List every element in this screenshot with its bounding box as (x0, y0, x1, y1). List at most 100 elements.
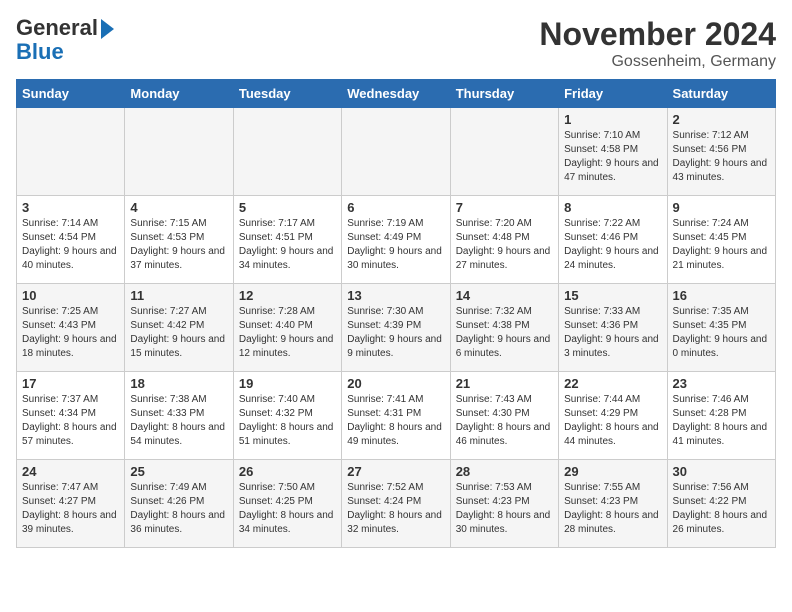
day-number: 22 (564, 376, 661, 391)
day-number: 25 (130, 464, 227, 479)
day-number: 20 (347, 376, 444, 391)
calendar-week-row: 10 Sunrise: 7:25 AM Sunset: 4:43 PM Dayli… (17, 284, 776, 372)
day-info: Sunrise: 7:40 AM Sunset: 4:32 PM Dayligh… (239, 393, 336, 449)
calendar-cell: 8 Sunrise: 7:22 AM Sunset: 4:46 PM Daylig… (559, 196, 667, 284)
day-number: 18 (130, 376, 227, 391)
calendar-cell (125, 108, 233, 196)
day-info: Sunrise: 7:56 AM Sunset: 4:22 PM Dayligh… (673, 481, 770, 537)
day-info: Sunrise: 7:35 AM Sunset: 4:35 PM Dayligh… (673, 305, 770, 361)
day-number: 4 (130, 200, 227, 215)
day-number: 27 (347, 464, 444, 479)
day-info: Sunrise: 7:28 AM Sunset: 4:40 PM Dayligh… (239, 305, 336, 361)
logo-text: General Blue (16, 16, 114, 64)
calendar-cell: 26 Sunrise: 7:50 AM Sunset: 4:25 PM Dayli… (233, 460, 341, 548)
day-info: Sunrise: 7:44 AM Sunset: 4:29 PM Dayligh… (564, 393, 661, 449)
calendar-cell: 17 Sunrise: 7:37 AM Sunset: 4:34 PM Dayli… (17, 372, 125, 460)
calendar-cell: 10 Sunrise: 7:25 AM Sunset: 4:43 PM Dayli… (17, 284, 125, 372)
calendar-cell (17, 108, 125, 196)
header-wednesday: Wednesday (342, 80, 450, 108)
calendar-cell: 21 Sunrise: 7:43 AM Sunset: 4:30 PM Dayli… (450, 372, 558, 460)
day-info: Sunrise: 7:52 AM Sunset: 4:24 PM Dayligh… (347, 481, 444, 537)
day-number: 14 (456, 288, 553, 303)
day-info: Sunrise: 7:14 AM Sunset: 4:54 PM Dayligh… (22, 217, 119, 273)
calendar-cell: 3Sunrise: 7:14 AM Sunset: 4:54 PM Daylig… (17, 196, 125, 284)
day-info: Sunrise: 7:43 AM Sunset: 4:30 PM Dayligh… (456, 393, 553, 449)
day-number: 16 (673, 288, 770, 303)
day-number: 23 (673, 376, 770, 391)
page-header: General Blue November 2024 Gossenheim, G… (16, 16, 776, 71)
location: Gossenheim, Germany (539, 53, 776, 71)
header-sunday: Sunday (17, 80, 125, 108)
day-info: Sunrise: 7:38 AM Sunset: 4:33 PM Dayligh… (130, 393, 227, 449)
day-info: Sunrise: 7:46 AM Sunset: 4:28 PM Dayligh… (673, 393, 770, 449)
day-info: Sunrise: 7:50 AM Sunset: 4:25 PM Dayligh… (239, 481, 336, 537)
calendar-cell: 20 Sunrise: 7:41 AM Sunset: 4:31 PM Dayli… (342, 372, 450, 460)
calendar-cell: 22 Sunrise: 7:44 AM Sunset: 4:29 PM Dayli… (559, 372, 667, 460)
calendar-cell: 27 Sunrise: 7:52 AM Sunset: 4:24 PM Dayli… (342, 460, 450, 548)
header-tuesday: Tuesday (233, 80, 341, 108)
day-number: 5 (239, 200, 336, 215)
day-info: Sunrise: 7:24 AM Sunset: 4:45 PM Dayligh… (673, 217, 770, 273)
day-info: Sunrise: 7:37 AM Sunset: 4:34 PM Dayligh… (22, 393, 119, 449)
day-info: Sunrise: 7:30 AM Sunset: 4:39 PM Dayligh… (347, 305, 444, 361)
calendar-cell: 25 Sunrise: 7:49 AM Sunset: 4:26 PM Dayli… (125, 460, 233, 548)
day-info: Sunrise: 7:22 AM Sunset: 4:46 PM Dayligh… (564, 217, 661, 273)
day-info: Sunrise: 7:17 AM Sunset: 4:51 PM Dayligh… (239, 217, 336, 273)
day-info: Sunrise: 7:32 AM Sunset: 4:38 PM Dayligh… (456, 305, 553, 361)
day-number: 15 (564, 288, 661, 303)
day-info: Sunrise: 7:53 AM Sunset: 4:23 PM Dayligh… (456, 481, 553, 537)
logo: General Blue (16, 16, 114, 64)
day-number: 6 (347, 200, 444, 215)
day-number: 12 (239, 288, 336, 303)
day-number: 2 (673, 112, 770, 127)
logo-line1: General (16, 15, 98, 40)
calendar-cell: 19 Sunrise: 7:40 AM Sunset: 4:32 PM Dayli… (233, 372, 341, 460)
day-number: 24 (22, 464, 119, 479)
day-info: Sunrise: 7:41 AM Sunset: 4:31 PM Dayligh… (347, 393, 444, 449)
calendar-cell (233, 108, 341, 196)
calendar-cell: 9Sunrise: 7:24 AM Sunset: 4:45 PM Daylig… (667, 196, 775, 284)
calendar-cell: 6 Sunrise: 7:19 AM Sunset: 4:49 PM Daylig… (342, 196, 450, 284)
header-saturday: Saturday (667, 80, 775, 108)
day-number: 19 (239, 376, 336, 391)
calendar-cell: 15 Sunrise: 7:33 AM Sunset: 4:36 PM Dayli… (559, 284, 667, 372)
day-number: 13 (347, 288, 444, 303)
day-number: 1 (564, 112, 661, 127)
day-info: Sunrise: 7:25 AM Sunset: 4:43 PM Dayligh… (22, 305, 119, 361)
calendar-cell: 4 Sunrise: 7:15 AM Sunset: 4:53 PM Daylig… (125, 196, 233, 284)
calendar-cell (450, 108, 558, 196)
header-friday: Friday (559, 80, 667, 108)
day-info: Sunrise: 7:10 AM Sunset: 4:58 PM Dayligh… (564, 129, 661, 185)
calendar-cell (342, 108, 450, 196)
day-number: 29 (564, 464, 661, 479)
day-number: 21 (456, 376, 553, 391)
day-number: 17 (22, 376, 119, 391)
calendar-cell: 28Sunrise: 7:53 AM Sunset: 4:23 PM Dayli… (450, 460, 558, 548)
calendar-cell: 30 Sunrise: 7:56 AM Sunset: 4:22 PM Dayli… (667, 460, 775, 548)
calendar-cell: 7Sunrise: 7:20 AM Sunset: 4:48 PM Daylig… (450, 196, 558, 284)
calendar-cell: 14 Sunrise: 7:32 AM Sunset: 4:38 PM Dayli… (450, 284, 558, 372)
day-info: Sunrise: 7:49 AM Sunset: 4:26 PM Dayligh… (130, 481, 227, 537)
header-thursday: Thursday (450, 80, 558, 108)
day-number: 10 (22, 288, 119, 303)
day-info: Sunrise: 7:33 AM Sunset: 4:36 PM Dayligh… (564, 305, 661, 361)
logo-arrow (101, 19, 114, 39)
day-number: 30 (673, 464, 770, 479)
day-number: 26 (239, 464, 336, 479)
calendar-cell: 24Sunrise: 7:47 AM Sunset: 4:27 PM Dayli… (17, 460, 125, 548)
day-info: Sunrise: 7:15 AM Sunset: 4:53 PM Dayligh… (130, 217, 227, 273)
calendar-cell: 11Sunrise: 7:27 AM Sunset: 4:42 PM Dayli… (125, 284, 233, 372)
calendar-header-row: Sunday Monday Tuesday Wednesday Thursday… (17, 80, 776, 108)
month-title: November 2024 (539, 16, 776, 53)
day-number: 8 (564, 200, 661, 215)
calendar-cell: 1 Sunrise: 7:10 AM Sunset: 4:58 PM Daylig… (559, 108, 667, 196)
day-info: Sunrise: 7:12 AM Sunset: 4:56 PM Dayligh… (673, 129, 770, 185)
calendar-cell: 5 Sunrise: 7:17 AM Sunset: 4:51 PM Daylig… (233, 196, 341, 284)
calendar-cell: 18 Sunrise: 7:38 AM Sunset: 4:33 PM Dayli… (125, 372, 233, 460)
title-section: November 2024 Gossenheim, Germany (539, 16, 776, 71)
calendar-week-row: 17 Sunrise: 7:37 AM Sunset: 4:34 PM Dayli… (17, 372, 776, 460)
calendar-cell: 13 Sunrise: 7:30 AM Sunset: 4:39 PM Dayli… (342, 284, 450, 372)
calendar-cell: 29Sunrise: 7:55 AM Sunset: 4:23 PM Dayli… (559, 460, 667, 548)
day-info: Sunrise: 7:19 AM Sunset: 4:49 PM Dayligh… (347, 217, 444, 273)
calendar-cell: 16 Sunrise: 7:35 AM Sunset: 4:35 PM Dayli… (667, 284, 775, 372)
